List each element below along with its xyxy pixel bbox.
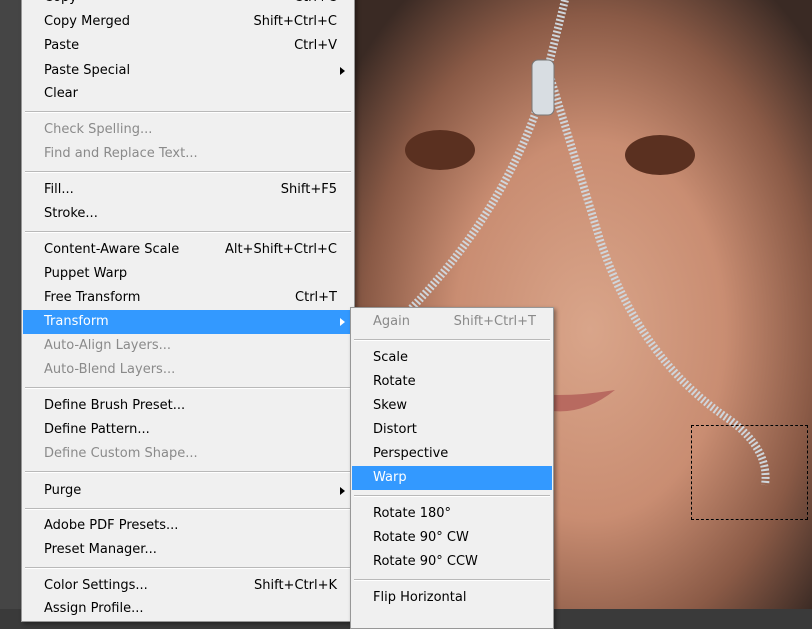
menu-item-skew[interactable]: Skew [352,394,552,418]
menu-item-define-custom-shape: Define Custom Shape... [23,442,353,466]
menu-item-label: Color Settings... [44,578,148,593]
menu-separator [354,339,550,341]
menu-separator [25,171,351,173]
menu-separator [25,508,351,510]
menu-item-preset-manager[interactable]: Preset Manager... [23,538,353,562]
menu-item-rotate-90-ccw[interactable]: Rotate 90° CCW [352,550,552,574]
menu-item-label: Paste [44,38,80,53]
menu-item-label: Adobe PDF Presets... [44,518,179,533]
menu-item-color-settings[interactable]: Color Settings... Shift+Ctrl+K [23,574,353,598]
menu-item-scale[interactable]: Scale [352,346,552,370]
selection-marquee [691,425,808,520]
menu-item-warp[interactable]: Warp [352,466,552,490]
menu-item-label: Rotate 180° [373,506,452,521]
menu-item-label: Content-Aware Scale [44,242,180,257]
menu-separator [25,111,351,113]
menu-item-label: Fill... [44,182,74,197]
submenu-arrow-icon [340,318,345,326]
menu-item-check-spelling: Check Spelling... [23,118,353,142]
menu-item-label: Auto-Align Layers... [44,338,171,353]
menu-item-label: Distort [373,422,417,437]
menu-item-label: Scale [373,350,408,365]
menu-item-label: Find and Replace Text... [44,146,198,161]
menu-item-free-transform[interactable]: Free Transform Ctrl+T [23,286,353,310]
toolbar-strip [0,0,22,609]
menu-item-label: Assign Profile... [44,601,144,616]
menu-item-label: Perspective [373,446,449,461]
menu-item-label: Rotate 90° CCW [373,554,478,569]
menu-item-shortcut: Shift+Ctrl+T [453,314,536,329]
menu-item-label: Again [373,314,410,329]
menu-item-content-aware-scale[interactable]: Content-Aware Scale Alt+Shift+Ctrl+C [23,238,353,262]
menu-item-label: Copy Merged [44,14,130,29]
menu-item-shortcut: Shift+Ctrl+K [254,578,337,593]
menu-item-copy-merged[interactable]: Copy Merged Shift+Ctrl+C [23,10,353,34]
menu-item-copy[interactable]: Copy Ctrl+C [23,0,353,10]
menu-item-label: Define Pattern... [44,422,150,437]
menu-item-label: Puppet Warp [44,266,128,281]
menu-item-rotate-180[interactable]: Rotate 180° [352,502,552,526]
right-eye [625,135,695,175]
menu-separator [25,231,351,233]
menu-separator [354,495,550,497]
menu-item-label: Check Spelling... [44,122,153,137]
menu-separator [25,387,351,389]
submenu-arrow-icon [340,67,345,75]
menu-item-label: Rotate 90° CW [373,530,469,545]
edit-menu: Copy Ctrl+C Copy Merged Shift+Ctrl+C Paste Ct… [21,0,355,622]
menu-item-label: Clear [44,86,78,101]
menu-item-assign-profile[interactable]: Assign Profile... [23,597,353,621]
menu-item-label: Transform [44,314,109,329]
menu-item-paste-special[interactable]: Paste Special [23,59,353,83]
menu-item-label: Skew [373,398,407,413]
menu-item-label: Warp [373,470,407,485]
transform-submenu: Again Shift+Ctrl+T Scale Rotate Skew Distort P… [350,307,554,629]
menu-item-label: Rotate [373,374,416,389]
menu-item-flip-horizontal[interactable]: Flip Horizontal [352,586,552,610]
submenu-arrow-icon [340,487,345,495]
menu-item-label: Flip Horizontal [373,590,467,605]
menu-item-clear[interactable]: Clear [23,82,353,106]
menu-item-label: Paste Special [44,63,131,78]
menu-item-define-brush-preset[interactable]: Define Brush Preset... [23,394,353,418]
menu-item-auto-align-layers: Auto-Align Layers... [23,334,353,358]
menu-item-stroke[interactable]: Stroke... [23,202,353,226]
menu-item-label: Define Custom Shape... [44,446,198,461]
menu-item-label: Auto-Blend Layers... [44,362,176,377]
menu-item-fill[interactable]: Fill... Shift+F5 [23,178,353,202]
menu-item-shortcut: Alt+Shift+Ctrl+C [224,242,337,257]
menu-item-auto-blend-layers: Auto-Blend Layers... [23,358,353,382]
menu-item-rotate-90-cw[interactable]: Rotate 90° CW [352,526,552,550]
menu-item-puppet-warp[interactable]: Puppet Warp [23,262,353,286]
left-eye [405,130,475,170]
menu-item-again: Again Shift+Ctrl+T [352,310,552,334]
menu-item-label: Copy [44,0,77,10]
menu-item-shortcut: Ctrl+V [294,38,337,53]
menu-item-shortcut: Shift+Ctrl+C [253,14,337,29]
menu-separator [354,579,550,581]
menu-item-label: Define Brush Preset... [44,398,186,413]
menu-item-rotate[interactable]: Rotate [352,370,552,394]
menu-item-distort[interactable]: Distort [352,418,552,442]
menu-item-find-and-replace-text: Find and Replace Text... [23,142,353,166]
menu-item-paste[interactable]: Paste Ctrl+V [23,34,353,58]
menu-item-adobe-pdf-presets[interactable]: Adobe PDF Presets... [23,514,353,538]
menu-separator [25,567,351,569]
menu-item-shortcut: Shift+F5 [280,182,337,197]
menu-item-shortcut: Ctrl+C [294,0,337,10]
menu-item-define-pattern[interactable]: Define Pattern... [23,418,353,442]
menu-item-label: Preset Manager... [44,542,157,557]
menu-item-shortcut: Ctrl+T [295,290,337,305]
menu-item-label: Free Transform [44,290,141,305]
menu-item-purge[interactable]: Purge [23,479,353,503]
menu-separator [25,471,351,473]
menu-item-perspective[interactable]: Perspective [352,442,552,466]
menu-item-transform[interactable]: Transform [23,310,353,334]
menu-item-label: Purge [44,483,82,498]
menu-item-label: Stroke... [44,206,98,221]
